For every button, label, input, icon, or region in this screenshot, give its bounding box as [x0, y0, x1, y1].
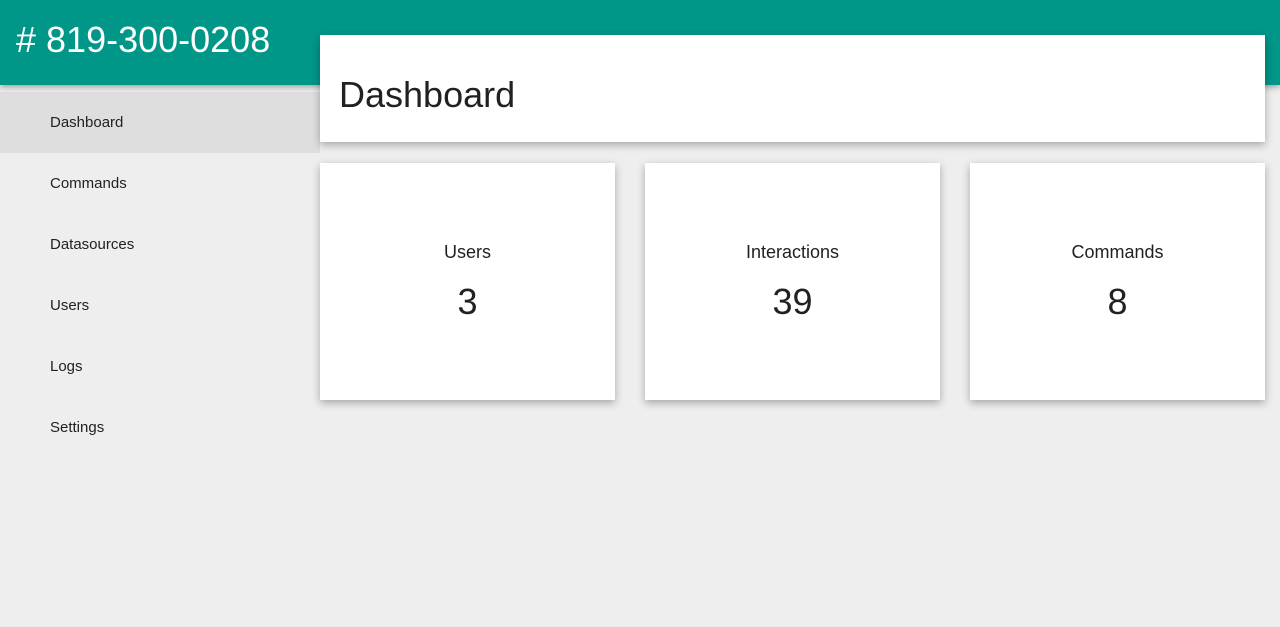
sidebar-item-commands[interactable]: Commands [0, 153, 320, 214]
sidebar-item-dashboard[interactable]: Dashboard [0, 92, 320, 153]
sidebar-item-datasources[interactable]: Datasources [0, 214, 320, 275]
app-title: # 819-300-0208 [16, 19, 271, 60]
sidebar-item-users[interactable]: Users [0, 275, 320, 336]
page-header-card: Dashboard [320, 35, 1265, 142]
stat-label: Commands [1071, 242, 1164, 262]
stat-card-users: Users 3 [320, 163, 615, 400]
page-title: Dashboard [339, 74, 516, 115]
stat-value: 3 [457, 281, 478, 322]
sidebar: Dashboard Commands Datasources Users Log… [0, 92, 320, 458]
stat-value: 39 [772, 281, 813, 322]
stat-card-commands: Commands 8 [970, 163, 1265, 400]
stat-label: Interactions [745, 242, 840, 262]
stat-card-interactions: Interactions 39 [645, 163, 940, 400]
stat-value: 8 [1107, 281, 1128, 322]
stat-label: Users [443, 242, 491, 262]
sidebar-item-settings[interactable]: Settings [0, 397, 320, 458]
sidebar-item-logs[interactable]: Logs [0, 336, 320, 397]
